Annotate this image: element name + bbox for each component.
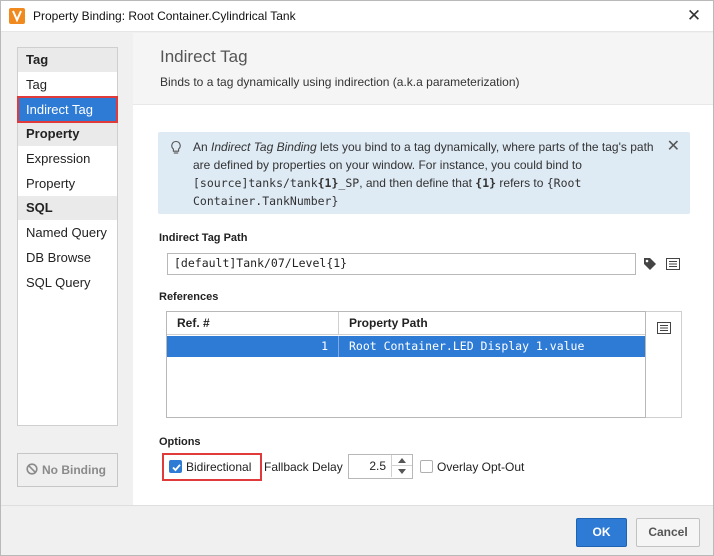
sidebar-item-tag[interactable]: Tag — [18, 72, 117, 97]
window-close-icon[interactable]: ✕ — [681, 5, 707, 27]
binding-config-panel: Indirect Tag Binds to a tag dynamically … — [133, 33, 713, 505]
fallback-delay-spinner[interactable]: 2.5 — [348, 454, 413, 479]
fallback-delay-value[interactable]: 2.5 — [349, 455, 389, 478]
no-binding-label: No Binding — [42, 463, 106, 477]
binding-type-list: Tag Tag Indirect Tag Property Expression… — [17, 47, 118, 426]
bidirectional-checkbox[interactable] — [169, 460, 182, 473]
table-row[interactable]: 1 Root Container.LED Display 1.value — [167, 336, 645, 357]
tag-path-menu-icon[interactable] — [666, 258, 680, 273]
references-label: References — [159, 291, 219, 303]
window-title: Property Binding: Root Container.Cylindr… — [33, 9, 296, 23]
dialog-footer: OK Cancel — [1, 505, 713, 555]
sidebar-item-named-query[interactable]: Named Query — [18, 220, 117, 245]
app-icon — [9, 8, 25, 24]
options-label: Options — [159, 436, 201, 448]
bidirectional-label[interactable]: Bidirectional — [186, 460, 251, 474]
table-cell-ref[interactable]: 1 — [167, 336, 339, 357]
sidebar-group-sql: SQL — [18, 196, 117, 220]
info-text: An Indirect Tag Binding lets you bind to… — [193, 140, 654, 208]
info-close-icon[interactable]: ✕ — [667, 136, 680, 156]
column-header-property-path[interactable]: Property Path — [339, 312, 645, 335]
sidebar-item-property[interactable]: Property — [18, 171, 117, 196]
fallback-delay-label: Fallback Delay — [264, 460, 343, 474]
column-header-ref[interactable]: Ref. # — [167, 312, 339, 335]
page-subtitle: Binds to a tag dynamically using indirec… — [160, 75, 520, 89]
lightbulb-icon — [170, 140, 182, 159]
ok-button[interactable]: OK — [576, 518, 627, 547]
sidebar-item-db-browse[interactable]: DB Browse — [18, 245, 117, 270]
table-cell-property-path[interactable]: Root Container.LED Display 1.value — [339, 336, 645, 357]
tag-browser-icon[interactable] — [643, 257, 657, 274]
references-side-panel — [646, 311, 682, 418]
title-bar: Property Binding: Root Container.Cylindr… — [1, 1, 713, 32]
spinner-down-button[interactable] — [391, 466, 412, 477]
overlay-opt-out-checkbox[interactable] — [420, 460, 433, 473]
spinner-up-button[interactable] — [391, 455, 412, 466]
ban-icon — [26, 455, 38, 487]
content-header: Indirect Tag Binds to a tag dynamically … — [133, 33, 713, 105]
property-binding-dialog: Property Binding: Root Container.Cylindr… — [0, 0, 714, 556]
cancel-button[interactable]: Cancel — [636, 518, 700, 547]
references-table: Ref. # Property Path 1 Root Container.LE… — [166, 311, 646, 418]
no-binding-button[interactable]: No Binding — [17, 453, 118, 487]
info-box: An Indirect Tag Binding lets you bind to… — [158, 132, 690, 214]
sidebar-group-property: Property — [18, 122, 117, 146]
overlay-opt-out-label[interactable]: Overlay Opt-Out — [437, 460, 524, 474]
tag-path-input[interactable]: [default]Tank/07/Level{1} — [167, 253, 636, 275]
sidebar-item-sql-query[interactable]: SQL Query — [18, 270, 117, 295]
sidebar-item-expression[interactable]: Expression — [18, 146, 117, 171]
tag-path-label: Indirect Tag Path — [159, 232, 248, 244]
page-title: Indirect Tag — [160, 47, 248, 66]
table-header: Ref. # Property Path — [167, 312, 645, 335]
sidebar-item-indirect-tag[interactable]: Indirect Tag — [17, 96, 118, 123]
sidebar-group-tag: Tag — [18, 48, 117, 72]
references-menu-icon[interactable] — [657, 322, 671, 337]
